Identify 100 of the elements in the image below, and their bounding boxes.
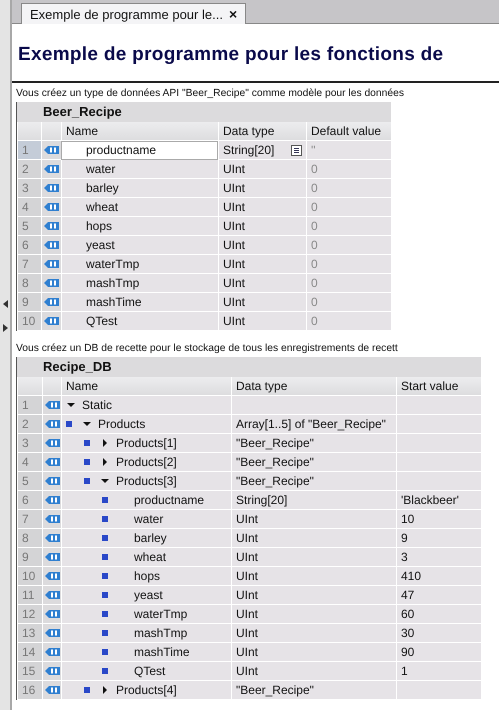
table-cell: 90	[396, 643, 481, 662]
tree-item[interactable]: water	[134, 510, 164, 528]
bullet-icon	[102, 573, 108, 579]
table-cell-text: UInt	[223, 199, 246, 216]
tree-item[interactable]: waterTmp	[134, 605, 188, 623]
table-cell: QTest	[61, 312, 218, 331]
table-cell-text: UInt	[223, 180, 246, 197]
tree-item[interactable]: Products[1]	[116, 434, 177, 452]
table-cell: water	[61, 160, 218, 179]
table-cell: 0	[306, 255, 391, 274]
column-header[interactable]: Start value	[396, 377, 481, 396]
column-header[interactable]: Name	[61, 377, 231, 396]
table-cell: "Beer_Recipe"	[231, 681, 396, 700]
expand-arrow-icon[interactable]	[100, 457, 110, 467]
expand-arrow-icon[interactable]	[100, 685, 110, 695]
row-number: 4	[17, 453, 42, 472]
bullet-icon	[102, 611, 108, 617]
table-cell: "Beer_Recipe"	[231, 434, 396, 453]
bullet-icon	[102, 554, 108, 560]
bullet-icon	[102, 630, 108, 636]
tree-item[interactable]: Products[4]	[116, 681, 177, 699]
tree-item[interactable]: Static	[82, 396, 112, 414]
table-cell: String[20]	[231, 491, 396, 510]
tree-item[interactable]: yeast	[134, 586, 163, 604]
collapse-arrow-icon[interactable]	[2, 300, 8, 308]
collapse-arrow-icon[interactable]	[100, 476, 110, 486]
bullet-icon	[102, 668, 108, 674]
table-cell: 'Blackbeer'	[396, 491, 481, 510]
close-icon[interactable]: ×	[228, 6, 238, 22]
row-number: 11	[17, 586, 42, 605]
row-number: 10	[17, 567, 42, 586]
table-cell-text: UInt	[223, 256, 246, 273]
table-cell: 1	[396, 662, 481, 681]
row-number: 16	[17, 681, 42, 700]
tree-item[interactable]: mashTime	[134, 643, 190, 661]
table-cell: "Beer_Recipe"	[231, 472, 396, 491]
table-cell-text: UInt	[223, 161, 246, 178]
column-header[interactable]: Default value	[306, 122, 391, 141]
column-header[interactable]: Name	[61, 122, 218, 141]
row-number: 3	[17, 434, 42, 453]
description-text: Vous créez un DB de recette pour le stockage de tous les enregistrements de recett	[15, 342, 399, 356]
table-cell: 0	[306, 274, 391, 293]
table-cell: UInt	[231, 624, 396, 643]
table-cell: 0	[306, 236, 391, 255]
bullet-icon	[84, 478, 90, 484]
column-header	[17, 122, 41, 141]
row-number: 13	[17, 624, 42, 643]
table-cell: yeast	[61, 236, 218, 255]
bullet-icon	[102, 497, 108, 503]
table-cell-text: UInt	[223, 218, 246, 235]
bullet-icon	[102, 592, 108, 598]
collapse-arrow-icon[interactable]	[66, 400, 76, 410]
table-cell: UInt	[231, 548, 396, 567]
table-cell: mashTmp	[61, 274, 218, 293]
tree-item[interactable]: Products[2]	[116, 453, 177, 471]
bullet-icon	[102, 649, 108, 655]
list-icon[interactable]	[291, 144, 302, 156]
table-cell: Array[1..5] of "Beer_Recipe"	[231, 415, 396, 434]
expand-arrow-icon[interactable]	[100, 438, 110, 448]
column-header[interactable]: Data type	[218, 122, 306, 141]
table-cell-text: UInt	[223, 313, 246, 330]
column-header	[17, 377, 42, 396]
collapse-arrow-icon[interactable]	[82, 419, 92, 429]
table-cell: 0	[306, 179, 391, 198]
table-cell-text: UInt	[223, 237, 246, 254]
table-cell: UInt	[231, 510, 396, 529]
table-cell: 47	[396, 586, 481, 605]
tree-item[interactable]: QTest	[134, 662, 166, 680]
table-cell: 3	[396, 548, 481, 567]
tree-item[interactable]: barley	[134, 529, 167, 547]
column-header[interactable]: Data type	[231, 377, 396, 396]
tree-item[interactable]: productname	[134, 491, 204, 509]
table-cell: UInt	[231, 586, 396, 605]
table-cell: 30	[396, 624, 481, 643]
row-number: 14	[17, 643, 42, 662]
tree-item[interactable]: Products	[98, 415, 146, 433]
table-cell: wheat	[61, 198, 218, 217]
table-cell: 0	[306, 312, 391, 331]
bullet-icon	[84, 440, 90, 446]
table-cell: ''	[306, 141, 391, 160]
table-cell: 0	[306, 293, 391, 312]
expand-arrow-icon[interactable]	[2, 324, 8, 332]
table-title: Beer_Recipe	[17, 102, 391, 122]
bullet-icon	[84, 459, 90, 465]
table-cell: 10	[396, 510, 481, 529]
document-tab[interactable]: Exemple de programme pour le... ×	[21, 3, 246, 24]
table-cell: 0	[306, 160, 391, 179]
row-number: 8	[17, 529, 42, 548]
tree-item[interactable]: mashTmp	[134, 624, 188, 642]
table-cell-text: String[20]	[223, 142, 274, 159]
row-number: 1	[17, 396, 42, 415]
table-cell: 9	[396, 529, 481, 548]
table-cell: hops	[61, 217, 218, 236]
table-cell: UInt	[231, 529, 396, 548]
tree-item[interactable]: Products[3]	[116, 472, 177, 490]
row-number: 9	[17, 548, 42, 567]
tree-item[interactable]: wheat	[134, 548, 166, 566]
bullet-icon	[84, 687, 90, 693]
tree-item[interactable]: hops	[134, 567, 160, 585]
table-cell: UInt	[231, 567, 396, 586]
